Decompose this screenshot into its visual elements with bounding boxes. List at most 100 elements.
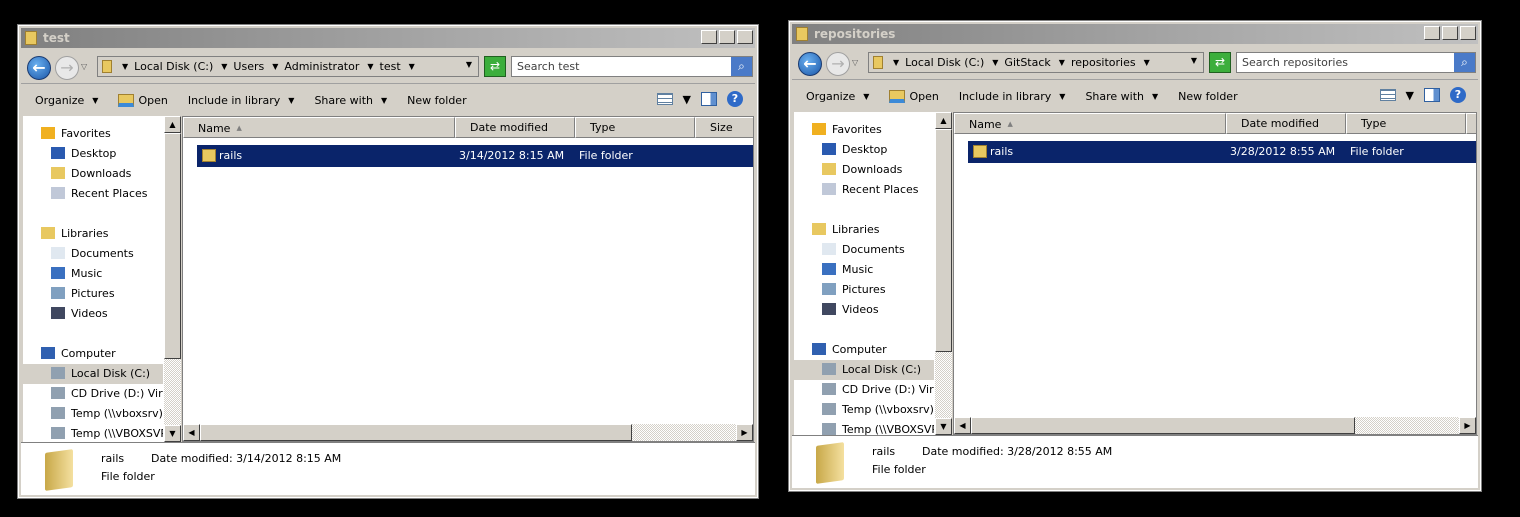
nav-item[interactable]: CD Drive (D:) VirtualBox — [23, 384, 163, 404]
nav-item[interactable]: Pictures — [23, 284, 163, 304]
scroll-right-button[interactable]: ▶ — [1459, 417, 1476, 434]
share-with-button[interactable]: Share with ▼ — [1085, 90, 1158, 103]
title-bar[interactable]: test _ □ ✕ — [21, 28, 755, 48]
address-bar[interactable]: ▼ Local Disk (C:) ▼ Users ▼ Administrator ▼ tes… — [97, 56, 479, 77]
breadcrumb-chevron-icon[interactable]: ▼ — [1059, 58, 1065, 67]
back-button[interactable]: ← — [798, 52, 822, 76]
search-icon[interactable]: ⌕ — [1454, 53, 1475, 72]
nav-item[interactable]: Downloads — [23, 164, 163, 184]
nav-item[interactable]: Temp (\\VBOXSVR) (E:) — [23, 424, 163, 442]
table-row[interactable]: rails 3/28/2012 8:55 AM File folder — [968, 141, 1476, 163]
organize-button[interactable]: Organize ▼ — [35, 94, 98, 107]
maximize-button[interactable]: □ — [1442, 26, 1458, 40]
nav-scrollbar[interactable]: ▲ ▼ — [935, 112, 952, 435]
forward-button[interactable]: → — [826, 52, 850, 76]
scroll-down-button[interactable]: ▼ — [935, 418, 952, 435]
maximize-button[interactable]: □ — [719, 30, 735, 44]
new-folder-button[interactable]: New folder — [407, 94, 466, 107]
nav-item[interactable]: Temp (\\vboxsrv) ( — [794, 400, 934, 420]
scroll-left-button[interactable]: ◀ — [954, 417, 971, 434]
breadcrumb-item[interactable]: GitStack — [1004, 56, 1050, 69]
share-with-button[interactable]: Share with ▼ — [314, 94, 387, 107]
scroll-up-button[interactable]: ▲ — [164, 116, 181, 133]
new-folder-button[interactable]: New folder — [1178, 90, 1237, 103]
minimize-button[interactable]: _ — [701, 30, 717, 44]
organize-button[interactable]: Organize ▼ — [806, 90, 869, 103]
nav-item[interactable]: Favorites — [794, 120, 934, 140]
scroll-thumb[interactable] — [971, 417, 1355, 434]
column-header-date-modified[interactable]: Date modified — [1226, 113, 1346, 134]
breadcrumb-item[interactable]: repositories — [1071, 56, 1136, 69]
nav-item[interactable]: Recent Places — [794, 180, 934, 200]
breadcrumb-item[interactable]: Users — [233, 60, 264, 73]
nav-item[interactable]: Temp (\\VBOXSVR) (E:) — [794, 420, 934, 435]
nav-item[interactable]: Music — [23, 264, 163, 284]
view-dropdown-icon[interactable]: ▼ — [1406, 89, 1414, 102]
breadcrumb-chevron-icon[interactable]: ▼ — [367, 62, 373, 71]
breadcrumb-item[interactable]: test — [380, 60, 401, 73]
column-header-type[interactable]: Type — [1346, 113, 1466, 134]
horizontal-scrollbar[interactable]: ◀ ▶ — [183, 424, 753, 441]
nav-item[interactable]: Videos — [23, 304, 163, 324]
table-row[interactable]: rails 3/14/2012 8:15 AM File folder — [197, 145, 753, 167]
nav-item[interactable]: Desktop — [794, 140, 934, 160]
breadcrumb-item[interactable]: Administrator — [284, 60, 359, 73]
nav-item[interactable]: Computer — [23, 344, 163, 364]
breadcrumb-chevron-icon[interactable]: ▼ — [1144, 58, 1150, 67]
preview-pane-icon[interactable] — [701, 92, 717, 106]
scroll-thumb[interactable] — [935, 129, 952, 352]
breadcrumb-chevron-icon[interactable]: ▼ — [992, 58, 998, 67]
nav-item[interactable]: Videos — [794, 300, 934, 320]
nav-item[interactable]: Music — [794, 260, 934, 280]
breadcrumb-chevron-icon[interactable]: ▼ — [409, 62, 415, 71]
recent-pages-dropdown[interactable]: ▽ — [81, 62, 87, 71]
close-button[interactable]: ✕ — [737, 30, 753, 44]
title-bar[interactable]: repositories _ □ ✕ — [792, 24, 1478, 44]
refresh-button[interactable]: ⇄ — [1209, 52, 1231, 73]
horizontal-scrollbar[interactable]: ◀ ▶ — [954, 417, 1476, 434]
column-header-type[interactable]: Type — [575, 117, 695, 138]
nav-item[interactable]: Downloads — [794, 160, 934, 180]
open-button[interactable]: Open — [889, 89, 939, 103]
refresh-button[interactable]: ⇄ — [484, 56, 506, 77]
breadcrumb-chevron-icon[interactable]: ▼ — [221, 62, 227, 71]
view-dropdown-icon[interactable]: ▼ — [683, 93, 691, 106]
minimize-button[interactable]: _ — [1424, 26, 1440, 40]
forward-button[interactable]: → — [55, 56, 79, 80]
scroll-right-button[interactable]: ▶ — [736, 424, 753, 441]
breadcrumb-item[interactable]: Local Disk (C:) — [905, 56, 984, 69]
change-view-icon[interactable] — [1379, 89, 1396, 101]
recent-pages-dropdown[interactable]: ▽ — [852, 58, 858, 67]
scroll-down-button[interactable]: ▼ — [164, 425, 181, 442]
nav-item[interactable]: CD Drive (D:) VirtualBox — [794, 380, 934, 400]
nav-item[interactable]: Documents — [23, 244, 163, 264]
nav-item[interactable]: Libraries — [794, 220, 934, 240]
scroll-left-button[interactable]: ◀ — [183, 424, 200, 441]
column-header-name[interactable]: Name ▲ — [183, 117, 455, 138]
column-header-size[interactable]: Size — [695, 117, 753, 138]
back-button[interactable]: ← — [27, 56, 51, 80]
column-header-size[interactable]: Size — [1466, 113, 1476, 134]
nav-item[interactable]: Documents — [794, 240, 934, 260]
nav-item[interactable]: Local Disk (C:) — [23, 364, 163, 384]
nav-item[interactable]: Recent Places — [23, 184, 163, 204]
search-input[interactable]: Search repositories ⌕ — [1236, 52, 1476, 73]
breadcrumb-chevron-icon[interactable]: ▼ — [272, 62, 278, 71]
nav-item[interactable]: Computer — [794, 340, 934, 360]
column-header-name[interactable]: Name ▲ — [954, 113, 1226, 134]
help-icon[interactable]: ? — [1450, 87, 1466, 103]
nav-item[interactable]: Desktop — [23, 144, 163, 164]
nav-scrollbar[interactable]: ▲ ▼ — [164, 116, 181, 442]
open-button[interactable]: Open — [118, 93, 168, 107]
search-icon[interactable]: ⌕ — [731, 57, 752, 76]
change-view-icon[interactable] — [656, 93, 673, 105]
scroll-thumb[interactable] — [164, 133, 181, 359]
nav-item[interactable]: Favorites — [23, 124, 163, 144]
include-in-library-button[interactable]: Include in library ▼ — [959, 90, 1066, 103]
address-dropdown-icon[interactable]: ▼ — [466, 60, 472, 69]
address-bar[interactable]: ▼ Local Disk (C:) ▼ GitStack ▼ repositories ▼ ▼ — [868, 52, 1204, 73]
breadcrumb-item[interactable]: Local Disk (C:) — [134, 60, 213, 73]
nav-item[interactable]: Pictures — [794, 280, 934, 300]
address-dropdown-icon[interactable]: ▼ — [1191, 56, 1197, 65]
preview-pane-icon[interactable] — [1424, 88, 1440, 102]
